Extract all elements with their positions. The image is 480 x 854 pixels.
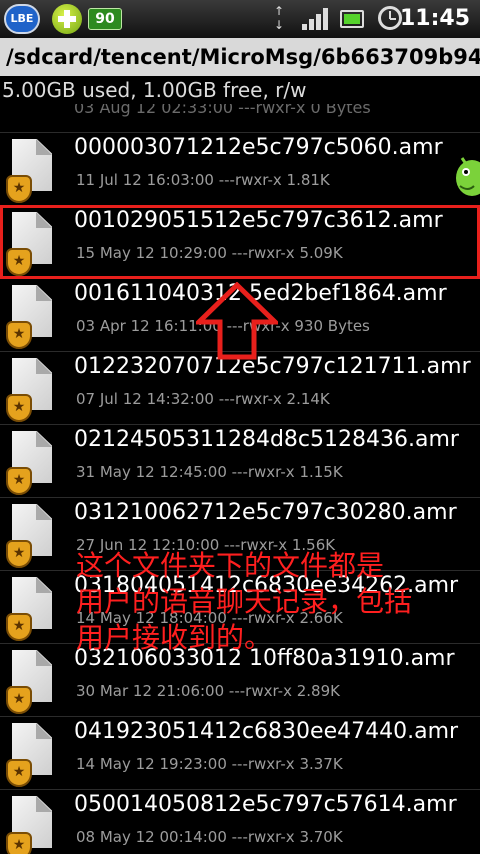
file-meta: 30 Mar 12 21:06:00 ---rwxr-x 2.89K <box>76 682 340 700</box>
file-icon: ★ <box>6 650 60 714</box>
signal-strength-icon <box>302 8 328 30</box>
shield-badge-icon: ★ <box>6 686 32 714</box>
file-name: 000003071212e5c797c5060.amr <box>74 135 443 160</box>
disk-usage-info: 5.00GB used, 1.00GB free, r/w <box>2 78 307 102</box>
file-meta: 07 Jul 12 14:32:00 ---rwxr-x 2.14K <box>76 390 330 408</box>
file-name: 050014050812e5c797c57614.amr <box>74 792 457 817</box>
file-icon: ★ <box>6 504 60 568</box>
list-item[interactable]: ★ 000003071212e5c797c5060.amr 11 Jul 12 16… <box>0 132 480 205</box>
annotation-caption: 这个文件夹下的文件都是 用户的语音聊天记录，包括 用户接收到的。 <box>76 548 476 656</box>
list-item-partial[interactable]: 03 Aug 12 02:33:00 ---rwxr-x 0 Bytes <box>0 104 480 128</box>
annotation-line-2: 用户的语音聊天记录，包括 <box>76 585 413 618</box>
lbe-security-icon: LBE <box>4 4 40 34</box>
file-meta: 08 May 12 00:14:00 ---rwxr-x 3.70K <box>76 828 343 846</box>
file-icon: ★ <box>6 358 60 422</box>
list-item[interactable]: ★ 050014050812e5c797c57614.amr 08 May 12 0… <box>0 789 480 854</box>
shield-badge-icon: ★ <box>6 467 32 495</box>
file-meta: 11 Jul 12 16:03:00 ---rwxr-x 1.81K <box>76 171 330 189</box>
green-mascot-icon <box>456 157 480 196</box>
file-name: 02124505311284d8c5128436.amr <box>74 427 459 452</box>
shield-badge-icon: ★ <box>6 540 32 568</box>
file-name: 041923051412c6830ee47440.amr <box>74 719 459 744</box>
file-icon: ★ <box>6 139 60 203</box>
file-meta: 03 Aug 12 02:33:00 ---rwxr-x 0 Bytes <box>74 104 371 117</box>
shield-badge-icon: ★ <box>6 321 32 349</box>
list-item[interactable]: ★ 02124505311284d8c5128436.amr 31 May 12 1… <box>0 424 480 497</box>
file-icon: ★ <box>6 285 60 349</box>
status-clock: 11:45 <box>399 6 470 31</box>
list-item[interactable]: ★ 012232070712e5c797c121711.amr 07 Jul 12 … <box>0 351 480 424</box>
file-meta: 31 May 12 12:45:00 ---rwxr-x 1.15K <box>76 463 343 481</box>
file-icon: ★ <box>6 577 60 641</box>
shield-badge-icon: ★ <box>6 175 32 203</box>
data-transfer-icon: ↑ ↓ <box>273 4 285 32</box>
shield-badge-icon: ★ <box>6 394 32 422</box>
shield-badge-icon: ★ <box>6 832 32 854</box>
battery-icon <box>340 10 364 28</box>
shield-badge-icon: ★ <box>6 759 32 787</box>
annotation-line-3: 用户接收到的。 <box>76 621 273 654</box>
shield-badge-icon: ★ <box>6 613 32 641</box>
current-path-header: /sdcard/tencent/MicroMsg/6b663709b94e81.… <box>0 38 480 76</box>
file-icon: ★ <box>6 431 60 495</box>
battery-percent-badge: 90 <box>88 8 122 30</box>
plus-app-icon <box>52 4 82 34</box>
status-bar: LBE 90 ↑ ↓ 11:45 <box>0 0 480 38</box>
list-item[interactable]: ★ 041923051412c6830ee47440.amr 14 May 12 1… <box>0 716 480 789</box>
up-arrow-icon <box>196 282 278 360</box>
file-icon: ★ <box>6 723 60 787</box>
file-name: 031210062712e5c797c30280.amr <box>74 500 457 525</box>
file-meta: 14 May 12 19:23:00 ---rwxr-x 3.37K <box>76 755 343 773</box>
file-icon: ★ <box>6 796 60 854</box>
highlight-box <box>0 205 480 279</box>
annotation-line-1: 这个文件夹下的文件都是 <box>76 549 385 582</box>
alarm-clock-icon <box>378 6 402 30</box>
